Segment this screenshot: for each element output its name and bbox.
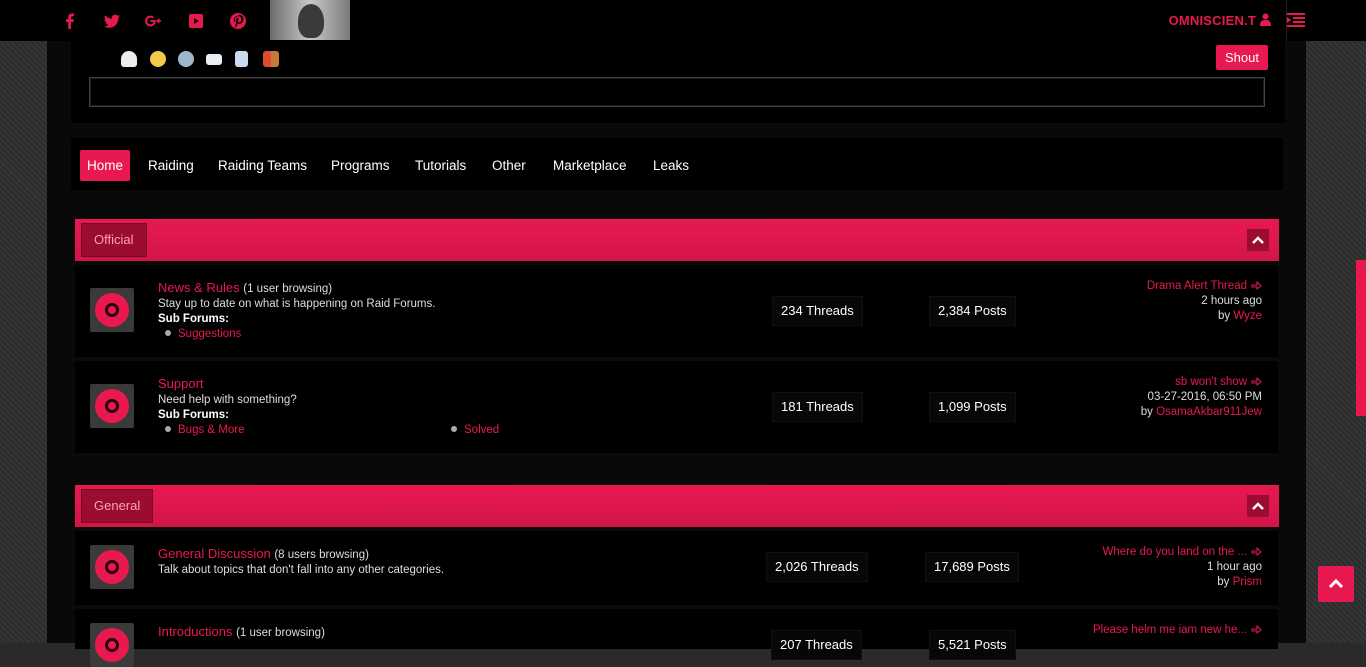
- forum-status-icon: [90, 384, 134, 428]
- thread-count: 207 Threads: [772, 631, 861, 659]
- subforum-link[interactable]: Solved: [451, 424, 499, 436]
- document-icon[interactable]: [235, 51, 248, 67]
- by-label: by: [1140, 406, 1153, 418]
- scrollbar-thumb[interactable]: [1356, 260, 1366, 416]
- forum-title-link[interactable]: General Discussion: [158, 546, 271, 561]
- nav-raiding-teams[interactable]: Raiding Teams: [211, 150, 314, 181]
- last-post-author[interactable]: Prism: [1233, 576, 1262, 588]
- subforum-link[interactable]: Suggestions: [165, 328, 241, 340]
- user-icon[interactable]: [1260, 13, 1271, 26]
- post-count: 5,521 Posts: [930, 631, 1015, 659]
- go-to-post-icon[interactable]: [1251, 280, 1262, 290]
- last-post: Where do you land on the ... 1 hour ago …: [1103, 545, 1262, 590]
- last-post: sb won't show 03-27-2016, 06:50 PM by Os…: [1141, 375, 1262, 420]
- chevron-up-icon: [1252, 236, 1264, 244]
- last-post-time: 03-27-2016, 06:50 PM: [1147, 391, 1262, 403]
- post-count: 1,099 Posts: [930, 393, 1015, 421]
- exit-icon[interactable]: [263, 51, 279, 67]
- forum-status-icon: [90, 288, 134, 332]
- forum-row: Support Need help with something? Sub Fo…: [75, 361, 1278, 453]
- forum-description: Need help with something?: [158, 394, 297, 406]
- pinterest-icon[interactable]: [217, 0, 258, 41]
- left-background: [0, 0, 47, 643]
- category-title[interactable]: Official: [81, 223, 147, 257]
- twitter-icon[interactable]: [91, 0, 132, 41]
- facebook-icon[interactable]: [49, 0, 90, 41]
- subforums-label: Sub Forums:: [158, 409, 229, 421]
- category-header-general: General: [75, 485, 1279, 527]
- post-count: 17,689 Posts: [926, 553, 1018, 581]
- forum-description: Talk about topics that don't fall into a…: [158, 564, 445, 576]
- browsing-count: (1 user browsing): [236, 627, 325, 639]
- by-label: by: [1217, 310, 1231, 322]
- last-post: Drama Alert Thread 2 hours ago by Wyze: [1147, 279, 1262, 324]
- go-to-post-icon[interactable]: [1251, 624, 1262, 634]
- thread-count: 181 Threads: [773, 393, 862, 421]
- shout-input[interactable]: [89, 77, 1265, 107]
- last-post-link[interactable]: Where do you land on the ...: [1103, 546, 1247, 558]
- gear-icon[interactable]: [178, 51, 194, 67]
- forum-description: Stay up to date on what is happening on …: [158, 298, 436, 310]
- forum-title-link[interactable]: Support: [158, 376, 204, 391]
- post-count: 2,384 Posts: [930, 297, 1015, 325]
- nav-other[interactable]: Other: [485, 150, 533, 181]
- forum-row: Introductions (1 user browsing) 207 Thre…: [75, 609, 1278, 667]
- last-post-time: 1 hour ago: [1207, 561, 1262, 573]
- subforums-label: Sub Forums:: [158, 313, 229, 325]
- last-post: Please helm me iam new he...: [1093, 623, 1262, 638]
- nav-tutorials[interactable]: Tutorials: [408, 150, 473, 181]
- chevron-up-icon: [1328, 578, 1344, 589]
- forum-title-line: Support: [158, 376, 204, 391]
- last-post-author[interactable]: Wyze: [1233, 310, 1262, 322]
- page-container: Shout Home Raiding Raiding Teams Program…: [47, 0, 1306, 667]
- nav-home[interactable]: Home: [80, 150, 131, 181]
- browsing-count: (1 user browsing): [243, 283, 333, 295]
- forum-row: General Discussion (8 users browsing) Ta…: [75, 531, 1278, 605]
- collapse-button[interactable]: [1247, 229, 1269, 251]
- forum-title-line: General Discussion (8 users browsing): [158, 546, 369, 561]
- avatar[interactable]: [270, 0, 350, 40]
- last-post-link[interactable]: sb won't show: [1175, 376, 1247, 388]
- collapse-button[interactable]: [1247, 495, 1269, 517]
- smiley-icon[interactable]: [150, 51, 166, 67]
- shout-button[interactable]: Shout: [1216, 45, 1268, 70]
- by-label: by: [1217, 576, 1230, 588]
- go-to-post-icon[interactable]: [1251, 376, 1262, 386]
- last-post-author[interactable]: OsamaAkbar911Jew: [1156, 406, 1262, 418]
- browsing-count: (8 users browsing): [274, 549, 369, 561]
- username-link[interactable]: OMNISCIEN.T: [1169, 13, 1256, 28]
- nav-leaks[interactable]: Leaks: [646, 150, 696, 181]
- shoutbox: Shout: [71, 41, 1285, 123]
- chevron-up-icon: [1252, 502, 1264, 510]
- forum-status-icon: [90, 623, 134, 667]
- thread-count: 2,026 Threads: [767, 553, 867, 581]
- forum-title-link[interactable]: Introductions: [158, 624, 232, 639]
- last-post-time: 2 hours ago: [1201, 295, 1262, 307]
- category-header-official: Official: [75, 219, 1279, 261]
- mail-icon[interactable]: [206, 54, 222, 65]
- top-bar: OMNISCIEN.T: [0, 0, 1366, 41]
- ghost-icon[interactable]: [121, 51, 137, 67]
- google-plus-icon[interactable]: [132, 0, 173, 41]
- youtube-icon[interactable]: [175, 0, 216, 41]
- nav-programs[interactable]: Programs: [324, 150, 397, 181]
- last-post-link[interactable]: Please helm me iam new he...: [1093, 624, 1247, 636]
- last-post-link[interactable]: Drama Alert Thread: [1147, 280, 1247, 292]
- forum-title-line: News & Rules (1 user browsing): [158, 280, 332, 295]
- forum-row: News & Rules (1 user browsing) Stay up t…: [75, 265, 1278, 357]
- menu-toggle-icon[interactable]: [1287, 12, 1305, 28]
- category-title[interactable]: General: [81, 489, 154, 523]
- main-nav: Home Raiding Raiding Teams Programs Tuto…: [71, 138, 1283, 190]
- nav-marketplace[interactable]: Marketplace: [546, 150, 634, 181]
- go-to-post-icon[interactable]: [1251, 546, 1262, 556]
- forum-title-line: Introductions (1 user browsing): [158, 624, 325, 639]
- subforum-link[interactable]: Bugs & More: [165, 424, 244, 436]
- nav-raiding[interactable]: Raiding: [141, 150, 201, 181]
- scroll-to-top-button[interactable]: [1318, 566, 1354, 602]
- forum-status-icon: [90, 545, 134, 589]
- thread-count: 234 Threads: [773, 297, 862, 325]
- forum-title-link[interactable]: News & Rules: [158, 280, 240, 295]
